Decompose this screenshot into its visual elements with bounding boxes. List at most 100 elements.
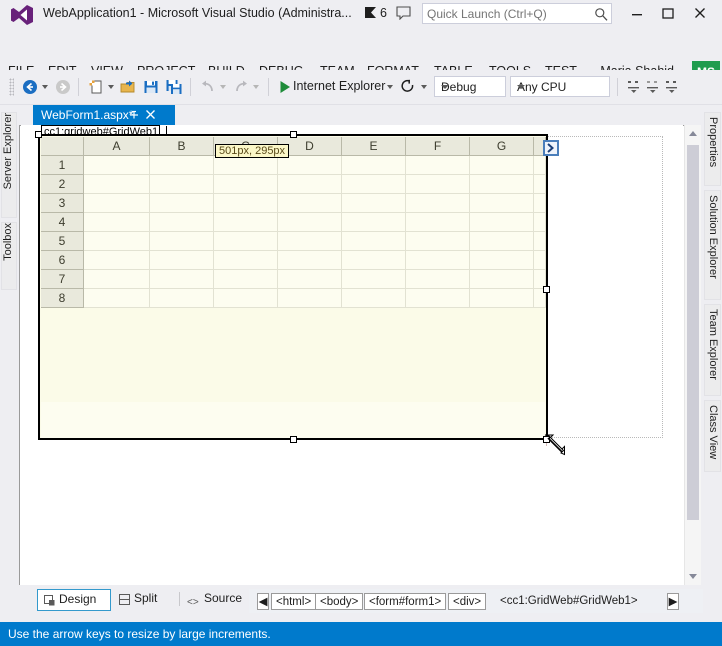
sidebar-item-solution-explorer[interactable]: Solution Explorer — [704, 190, 721, 300]
row-header-3[interactable]: 3 — [41, 194, 84, 213]
new-item-dropdown-caret[interactable] — [108, 85, 114, 89]
resize-handle-middle-right[interactable] — [543, 286, 550, 293]
redo-dropdown-caret[interactable] — [253, 85, 259, 89]
cell-A8[interactable] — [84, 289, 150, 308]
cell-F3[interactable] — [406, 194, 470, 213]
cell-E5[interactable] — [342, 232, 406, 251]
start-debug-label[interactable]: Internet Explorer — [293, 79, 385, 93]
gridweb-empty-area[interactable] — [41, 402, 545, 438]
row-header-2[interactable]: 2 — [41, 175, 84, 194]
feedback-speech-icon[interactable] — [396, 6, 412, 21]
save-icon[interactable] — [143, 79, 159, 95]
navigate-back-icon[interactable] — [22, 79, 38, 95]
cell-E1[interactable] — [342, 156, 406, 175]
breadcrumb-form[interactable]: <form#form1> — [364, 593, 447, 610]
cell-C2[interactable] — [214, 175, 278, 194]
start-debug-icon[interactable] — [277, 79, 293, 95]
save-all-icon[interactable] — [166, 79, 182, 95]
cell-A1[interactable] — [84, 156, 150, 175]
breadcrumb-prev-button[interactable]: ◀ — [257, 593, 269, 610]
close-button[interactable] — [687, 3, 713, 23]
cell-F1[interactable] — [406, 156, 470, 175]
toolbar-grip[interactable] — [9, 78, 14, 96]
maximize-button[interactable] — [655, 3, 681, 23]
refresh-icon[interactable] — [400, 79, 416, 95]
cell-D7[interactable] — [278, 270, 342, 289]
sidebar-item-server-explorer[interactable]: Server Explorer — [1, 112, 17, 218]
smart-tag-button[interactable] — [543, 140, 559, 156]
cell-F2[interactable] — [406, 175, 470, 194]
cell-E6[interactable] — [342, 251, 406, 270]
cell-h1[interactable] — [534, 156, 546, 175]
row-header-4[interactable]: 4 — [41, 213, 84, 232]
scrollbar-thumb[interactable] — [687, 145, 699, 520]
cell-F8[interactable] — [406, 289, 470, 308]
tab-split[interactable]: Split — [117, 589, 177, 609]
refresh-dropdown-caret[interactable] — [421, 85, 427, 89]
cell-A6[interactable] — [84, 251, 150, 270]
sidebar-item-toolbox[interactable]: Toolbox — [1, 222, 17, 290]
cell-G8[interactable] — [470, 289, 534, 308]
quick-launch-box[interactable] — [422, 3, 612, 24]
cell-G5[interactable] — [470, 232, 534, 251]
sidebar-item-properties[interactable]: Properties — [704, 112, 721, 186]
cell-h6[interactable] — [534, 251, 546, 270]
cell-F5[interactable] — [406, 232, 470, 251]
cell-G1[interactable] — [470, 156, 534, 175]
minimize-button[interactable] — [624, 3, 650, 23]
spreadsheet-grid[interactable]: A B C D E F G 1 2 3 4 5 6 7 8 — [41, 137, 546, 402]
cell-D2[interactable] — [278, 175, 342, 194]
cell-C1[interactable] — [214, 156, 278, 175]
cell-h3[interactable] — [534, 194, 546, 213]
row-header-7[interactable]: 7 — [41, 270, 84, 289]
cell-B1[interactable] — [150, 156, 214, 175]
breadcrumb-current[interactable]: <cc1:GridWeb#GridWeb1> — [500, 593, 638, 610]
breadcrumb-next-button[interactable]: ▶ — [667, 593, 679, 610]
scroll-down-arrow-icon[interactable] — [685, 568, 701, 584]
row-header-5[interactable]: 5 — [41, 232, 84, 251]
cell-F7[interactable] — [406, 270, 470, 289]
cell-C5[interactable] — [214, 232, 278, 251]
cell-E7[interactable] — [342, 270, 406, 289]
cell-A5[interactable] — [84, 232, 150, 251]
cell-B7[interactable] — [150, 270, 214, 289]
row-header-1[interactable]: 1 — [41, 156, 84, 175]
cell-F6[interactable] — [406, 251, 470, 270]
column-header-g[interactable]: G — [470, 137, 534, 156]
cell-B4[interactable] — [150, 213, 214, 232]
breadcrumb-html[interactable]: <html> — [271, 593, 317, 610]
close-tab-icon[interactable] — [145, 109, 156, 120]
cell-E4[interactable] — [342, 213, 406, 232]
cell-G4[interactable] — [470, 213, 534, 232]
navigate-back-dropdown-caret[interactable] — [42, 85, 48, 89]
cell-B8[interactable] — [150, 289, 214, 308]
cell-C3[interactable] — [214, 194, 278, 213]
cell-F4[interactable] — [406, 213, 470, 232]
cell-h4[interactable] — [534, 213, 546, 232]
breadcrumb-body[interactable]: <body> — [315, 593, 364, 610]
tab-design[interactable]: Design — [37, 589, 111, 611]
sidebar-item-class-view[interactable]: Class View — [704, 400, 721, 472]
scroll-up-arrow-icon[interactable] — [685, 126, 701, 142]
platform-combo[interactable]: Any CPU — [510, 76, 610, 97]
row-header-8[interactable]: 8 — [41, 289, 84, 308]
feedback-flag-icon[interactable] — [365, 6, 377, 20]
cell-C4[interactable] — [214, 213, 278, 232]
cell-h2[interactable] — [534, 175, 546, 194]
align-center-icon[interactable] — [645, 79, 661, 95]
cell-B3[interactable] — [150, 194, 214, 213]
cell-B5[interactable] — [150, 232, 214, 251]
cell-D4[interactable] — [278, 213, 342, 232]
cell-E8[interactable] — [342, 289, 406, 308]
align-left-icon[interactable] — [626, 79, 642, 95]
configuration-combo[interactable]: Debug — [434, 76, 506, 97]
designer-vertical-scrollbar[interactable] — [684, 125, 701, 585]
cell-B6[interactable] — [150, 251, 214, 270]
tab-webform1-aspx[interactable]: WebForm1.aspx* — [33, 105, 175, 125]
row-header-6[interactable]: 6 — [41, 251, 84, 270]
cell-E3[interactable] — [342, 194, 406, 213]
column-header-a[interactable]: A — [84, 137, 150, 156]
breadcrumb-div[interactable]: <div> — [448, 593, 487, 610]
cell-D3[interactable] — [278, 194, 342, 213]
cell-D6[interactable] — [278, 251, 342, 270]
